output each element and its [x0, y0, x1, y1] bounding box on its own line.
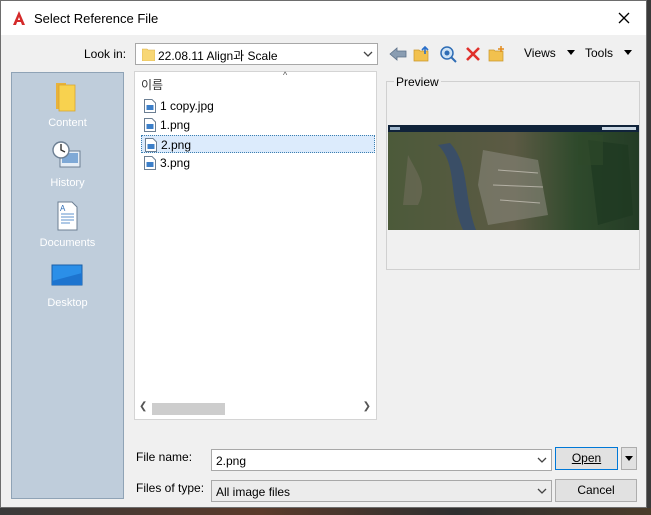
- title-bar: Select Reference File: [1, 1, 646, 35]
- image-file-icon: [145, 138, 157, 152]
- filetype-dropdown[interactable]: All image files: [211, 480, 552, 502]
- documents-icon: A: [57, 201, 78, 231]
- file-name: 1 copy.jpg: [160, 99, 214, 113]
- sort-ascending-icon: ^: [283, 70, 288, 80]
- preview-image: [388, 125, 639, 230]
- image-file-icon: [144, 156, 156, 170]
- scroll-left-icon[interactable]: ❮: [139, 401, 147, 412]
- image-file-icon: [144, 99, 156, 113]
- close-button[interactable]: [602, 1, 646, 35]
- back-button[interactable]: [388, 44, 408, 64]
- place-history[interactable]: History: [12, 139, 123, 199]
- place-label: Content: [48, 117, 87, 129]
- history-icon: [52, 141, 81, 168]
- delete-button[interactable]: [463, 44, 483, 64]
- horizontal-scrollbar[interactable]: ❮ ❯: [136, 401, 375, 417]
- scroll-right-icon[interactable]: ❯: [363, 401, 371, 412]
- views-caret-icon[interactable]: [566, 48, 576, 56]
- file-item[interactable]: 1.png: [141, 116, 375, 134]
- filetype-label: Files of type:: [136, 481, 205, 495]
- lookin-label: Look in:: [84, 47, 127, 61]
- svg-text:A: A: [60, 204, 66, 213]
- delete-icon: [466, 47, 480, 61]
- place-label: Documents: [39, 237, 96, 249]
- new-folder-icon: [488, 46, 504, 62]
- select-reference-file-dialog: Select Reference File Look in: 22.08.11 …: [0, 0, 647, 508]
- file-item[interactable]: 3.png: [141, 154, 375, 172]
- place-documents[interactable]: A Documents: [12, 199, 123, 259]
- desktop-icon: [51, 264, 83, 286]
- autocad-icon: [13, 11, 25, 25]
- place-label: History: [50, 177, 85, 189]
- open-button[interactable]: Open: [555, 447, 618, 470]
- cancel-button-label: Cancel: [577, 483, 615, 497]
- background-desktop-bottom: [0, 508, 651, 515]
- cancel-button[interactable]: Cancel: [555, 479, 637, 502]
- places-sidebar: Content History A Documents Desktop: [11, 72, 124, 499]
- file-name: 2.png: [161, 138, 192, 152]
- file-name: 3.png: [160, 156, 191, 170]
- filename-label: File name:: [136, 450, 193, 464]
- lookin-value: 22.08.11 Align과 Scale: [158, 49, 278, 63]
- image-file-icon: [144, 118, 156, 132]
- chevron-down-icon[interactable]: [535, 453, 549, 467]
- place-desktop[interactable]: Desktop: [12, 259, 123, 319]
- chevron-down-icon: [537, 488, 547, 494]
- file-item[interactable]: 1 copy.jpg: [141, 97, 375, 115]
- lookin-dropdown[interactable]: 22.08.11 Align과 Scale: [135, 43, 378, 65]
- tools-caret-icon[interactable]: [623, 48, 633, 56]
- column-header-name[interactable]: 이름: [141, 76, 163, 93]
- scrollbar-thumb[interactable]: [152, 403, 225, 415]
- up-folder-button[interactable]: [412, 44, 432, 64]
- preview-label: Preview: [394, 75, 441, 89]
- views-menu[interactable]: Views: [524, 46, 556, 60]
- close-icon: [618, 12, 630, 24]
- caret-down-icon: [625, 456, 633, 461]
- chevron-down-icon: [363, 51, 373, 57]
- place-label: Desktop: [47, 297, 88, 309]
- folder-icon: [142, 48, 155, 61]
- place-content[interactable]: Content: [12, 79, 123, 139]
- background-desktop-right: [647, 0, 651, 515]
- up-folder-icon: [413, 46, 429, 62]
- new-folder-button[interactable]: [487, 44, 507, 64]
- tools-menu[interactable]: Tools: [585, 46, 613, 60]
- open-button-label: Open: [571, 451, 602, 465]
- filetype-value: All image files: [216, 485, 291, 499]
- file-item-selected[interactable]: 2.png: [141, 135, 375, 153]
- filename-input[interactable]: 2.png: [211, 449, 552, 471]
- file-list: 이름 ^ 1 copy.jpg 1.png 2.png 3.png ❮ ❯: [134, 70, 377, 420]
- back-icon: [389, 47, 407, 61]
- file-name: 1.png: [160, 118, 191, 132]
- dialog-title: Select Reference File: [34, 11, 159, 26]
- search-web-button[interactable]: [438, 44, 458, 64]
- folder-icon: [56, 83, 76, 112]
- filename-value: 2.png: [216, 454, 247, 468]
- search-web-icon: [440, 46, 457, 63]
- open-options-button[interactable]: [621, 447, 637, 470]
